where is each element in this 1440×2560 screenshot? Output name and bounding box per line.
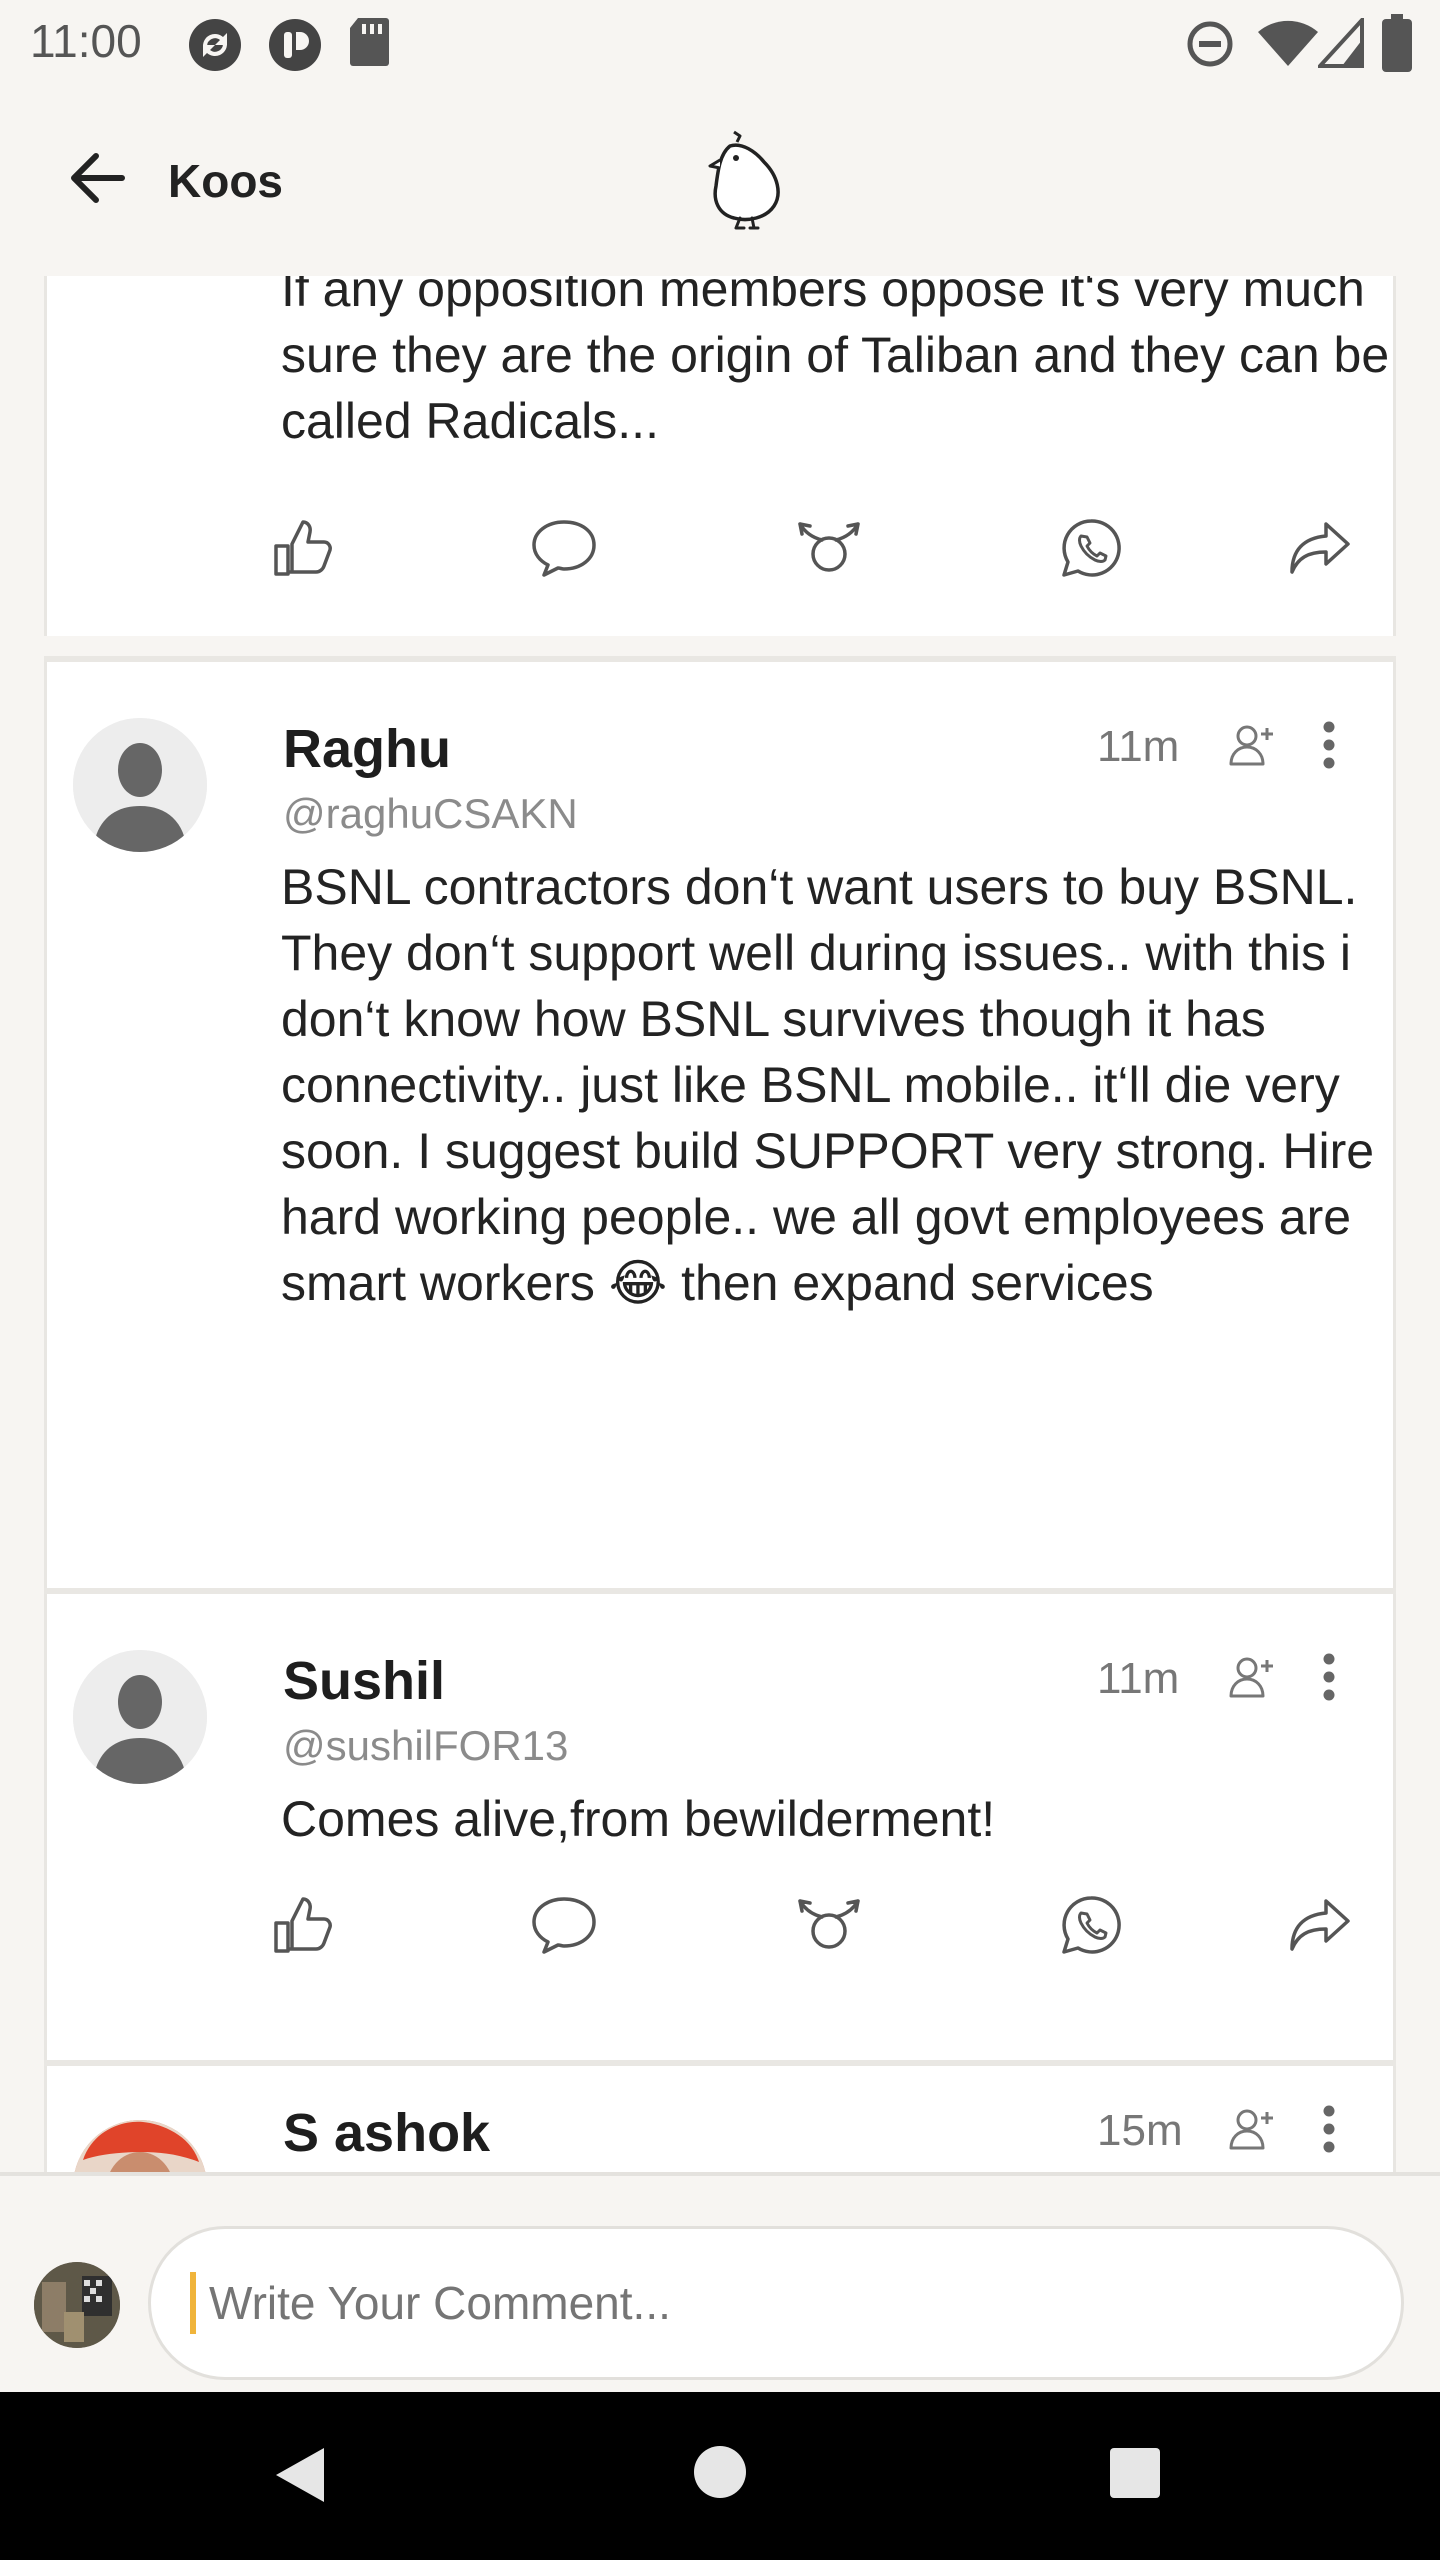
page-title: Koos (168, 155, 283, 207)
sync-app-icon (189, 19, 241, 71)
app-bar: Koos (0, 88, 1440, 276)
user-photo (34, 2262, 120, 2348)
default-user-icon (73, 718, 207, 852)
comment-button[interactable] (519, 1880, 609, 1970)
user-photo (73, 2120, 207, 2172)
koo-card: If any opposition members oppose it‘s ve… (44, 276, 1396, 636)
thumbs-up-icon (274, 520, 332, 576)
follow-user-icon[interactable] (1227, 720, 1275, 768)
app-notification-icon (269, 19, 321, 71)
share-button[interactable] (1275, 1880, 1365, 1970)
share-arrow-icon (1290, 1899, 1350, 1951)
back-arrow-icon[interactable] (66, 150, 128, 206)
avatar-photo[interactable] (73, 2120, 207, 2172)
status-bar: 11:00 (0, 0, 1440, 88)
rekoo-button[interactable] (784, 1880, 874, 1970)
koo-text: BSNL contractors don‘t want users to buy… (281, 859, 1375, 1311)
more-options-icon[interactable] (1319, 720, 1339, 770)
text-cursor (190, 2272, 196, 2334)
koo-timestamp: 11m (1097, 1654, 1180, 1703)
avatar-default[interactable] (73, 718, 207, 852)
comment-bubble-icon (532, 520, 596, 577)
whatsapp-icon (1062, 1896, 1121, 1954)
comment-bubble-icon (532, 1897, 596, 1954)
status-time: 11:00 (30, 15, 142, 67)
share-button[interactable] (1275, 503, 1365, 593)
koo-bird-logo (708, 130, 780, 230)
whatsapp-share-button[interactable] (1046, 1880, 1136, 1970)
like-button[interactable] (257, 503, 347, 593)
rekoo-icon (798, 522, 860, 572)
author-handle[interactable]: @sushilFOR13 (283, 1722, 568, 1770)
koo-text: Comes alive,from bewilderment! (281, 1791, 996, 1847)
sd-card-icon (350, 18, 389, 66)
comment-composer (0, 2172, 1440, 2392)
comment-input[interactable] (148, 2226, 1404, 2380)
koo-card: S ashok 15m (44, 2066, 1396, 2172)
nav-back-icon[interactable] (272, 2444, 328, 2506)
koo-actions (47, 1880, 1399, 1970)
koo-text: If any opposition members oppose it‘s ve… (281, 276, 1390, 449)
author-name[interactable]: S ashok (283, 2102, 490, 2164)
follow-user-icon[interactable] (1227, 1652, 1275, 1700)
author-name[interactable]: Raghu (283, 718, 451, 780)
nav-recents-icon[interactable] (1108, 2446, 1162, 2500)
share-arrow-icon (1290, 522, 1350, 574)
wifi-icon (1258, 20, 1318, 66)
my-avatar (34, 2262, 120, 2348)
default-user-icon (73, 1650, 207, 1784)
thumbs-up-icon (274, 1897, 332, 1953)
more-options-icon[interactable] (1319, 1652, 1339, 1702)
battery-icon (1382, 14, 1412, 72)
rekoo-button[interactable] (784, 503, 874, 593)
more-options-icon[interactable] (1319, 2104, 1339, 2154)
koo-timestamp: 15m (1097, 2106, 1183, 2155)
author-handle[interactable]: @raghuCSAKN (283, 790, 578, 838)
follow-user-icon[interactable] (1227, 2104, 1275, 2152)
rekoo-icon (798, 1899, 860, 1949)
whatsapp-icon (1062, 519, 1121, 577)
do-not-disturb-icon (1187, 21, 1233, 67)
avatar-default[interactable] (73, 1650, 207, 1784)
author-name[interactable]: Sushil (283, 1650, 445, 1712)
koo-timestamp: 11m (1097, 722, 1180, 771)
whatsapp-share-button[interactable] (1046, 503, 1136, 593)
system-nav-bar (0, 2392, 1440, 2560)
cellular-signal-icon (1318, 18, 1364, 68)
koo-card: Sushil @sushilFOR13 11m Comes alive,from… (44, 1594, 1396, 2060)
comment-button[interactable] (519, 503, 609, 593)
koo-actions (47, 503, 1399, 593)
koo-feed[interactable]: If any opposition members oppose it‘s ve… (0, 276, 1440, 2172)
nav-home-icon[interactable] (692, 2444, 748, 2500)
like-button[interactable] (257, 1880, 347, 1970)
